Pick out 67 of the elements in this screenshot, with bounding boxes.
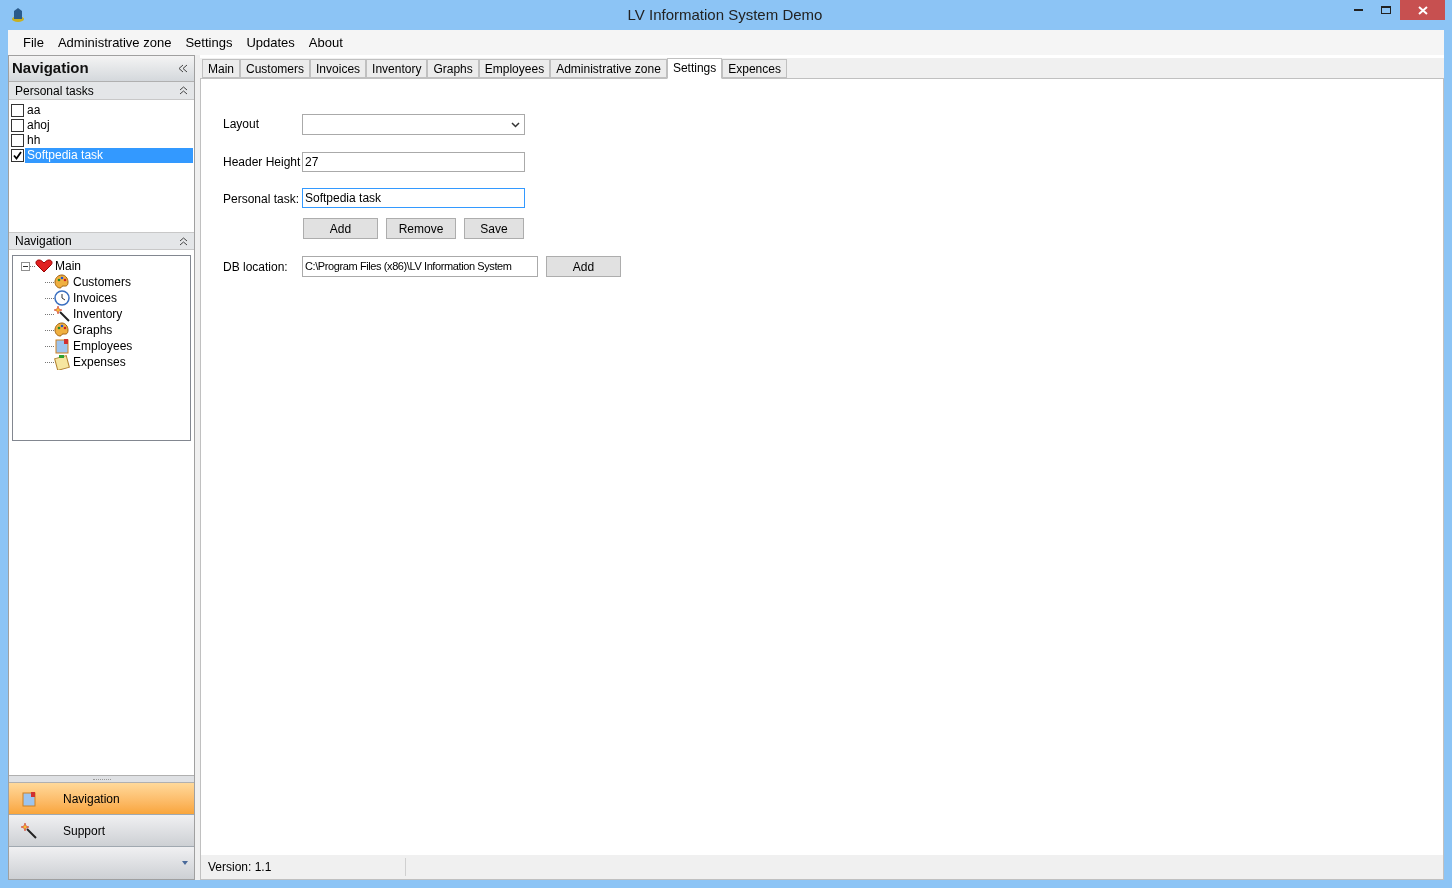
magic-wand-icon — [54, 306, 70, 322]
splitter-grip[interactable] — [9, 775, 194, 783]
collapse-button[interactable] — [178, 64, 188, 73]
checkbox[interactable] — [11, 104, 24, 117]
form-button[interactable]: Add — [303, 218, 378, 239]
tree-item[interactable]: Employees — [73, 337, 133, 355]
field-label: DB location: — [223, 258, 289, 276]
close-button[interactable] — [1400, 0, 1445, 20]
checkbox[interactable] — [11, 134, 24, 147]
menu-item[interactable]: File — [16, 30, 51, 55]
input-field[interactable]: 27 — [302, 152, 525, 172]
menu-item[interactable]: Administrative zone — [50, 30, 179, 55]
double-chevron-up-icon — [179, 236, 188, 246]
field-label: Layout — [223, 116, 261, 133]
close-icon — [1417, 5, 1428, 15]
section-title: Personal tasks — [15, 82, 94, 100]
form-button[interactable]: Save — [464, 218, 524, 239]
form-button[interactable]: Remove — [386, 218, 456, 239]
field-label: Header Height — [223, 154, 302, 171]
clock-icon — [54, 290, 70, 306]
tree-item[interactable]: Customers — [73, 273, 131, 291]
double-chevron-up-icon — [179, 86, 188, 95]
tab[interactable]: Expences — [722, 59, 787, 78]
palette-icon — [54, 322, 70, 338]
tab[interactable]: Settings — [666, 58, 723, 79]
task-item[interactable]: ahoj — [25, 118, 193, 133]
task-item[interactable]: aa — [25, 103, 193, 118]
tree-item[interactable]: Graphs — [73, 321, 113, 339]
tab[interactable]: Graphs — [427, 59, 479, 78]
input-field[interactable]: Softpedia task — [302, 188, 525, 208]
tab[interactable]: Employees — [478, 59, 551, 78]
menu-item[interactable]: Updates — [239, 30, 302, 55]
tab[interactable]: Main — [202, 59, 240, 78]
section-title: Navigation — [15, 233, 72, 250]
task-item[interactable]: hh — [25, 133, 193, 148]
tree-item[interactable]: Main — [55, 257, 81, 275]
menu-item[interactable]: Settings — [178, 30, 240, 55]
tab[interactable]: Invoices — [310, 59, 367, 78]
clipboard-icon — [54, 354, 70, 370]
field-label: Personal task: — [223, 191, 301, 208]
contact-card-icon — [21, 790, 37, 807]
chevron-down-icon — [511, 121, 520, 128]
tree-item[interactable]: Expenses — [73, 353, 126, 371]
tree-item[interactable]: Invoices — [73, 289, 118, 307]
dropdown-arrow-icon — [182, 861, 188, 865]
input-field[interactable]: C:\Program Files (x86)\LV Information System — [302, 256, 538, 277]
tab[interactable]: Administrative zone — [550, 59, 667, 78]
nav-pane-button[interactable]: Support — [9, 815, 194, 847]
palette-icon — [54, 274, 70, 290]
nav-pane-button[interactable]: Navigation — [9, 783, 194, 815]
tab[interactable]: Inventory — [366, 59, 428, 78]
window-title: LV Information System Demo — [627, 4, 823, 25]
expander-toggle[interactable] — [21, 261, 30, 271]
checkmark-icon — [13, 151, 22, 160]
double-chevron-left-icon — [178, 64, 188, 73]
tab[interactable]: Customers — [240, 59, 311, 78]
status-version: Version: 1.1 — [201, 858, 406, 876]
contact-card-icon — [54, 338, 70, 354]
checkbox[interactable] — [11, 119, 24, 132]
form-button[interactable]: Add — [546, 256, 621, 277]
heart-icon — [35, 259, 53, 273]
app-logo-icon — [10, 7, 26, 23]
checkbox[interactable] — [11, 149, 24, 162]
magic-wand-icon — [21, 822, 37, 839]
menu-item[interactable]: About — [301, 30, 350, 55]
panel-title: Navigation — [12, 58, 89, 79]
tree-item[interactable]: Inventory — [73, 305, 123, 323]
